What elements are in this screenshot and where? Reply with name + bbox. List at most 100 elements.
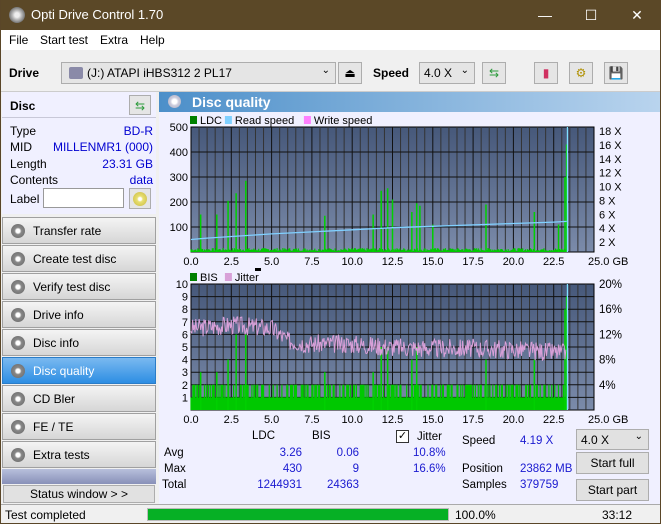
avg-label: Avg	[164, 447, 184, 459]
jitter-max: 16.6%	[413, 463, 446, 475]
x-tick-label: 5.0	[264, 256, 279, 265]
nav-label: Verify test disc	[33, 280, 111, 294]
y-tick-label: 8	[182, 304, 188, 316]
drive-select[interactable]: (J:) ATAPI iHBS312 2 PL17 ⌄	[61, 62, 336, 84]
refresh-button[interactable]: ⇆	[482, 62, 506, 84]
nav-extra-tests[interactable]: Extra tests	[2, 441, 156, 468]
speed-select[interactable]: 4.0 X ⌄	[419, 62, 475, 84]
menu-extra[interactable]: Extra	[100, 33, 128, 47]
disc-quality-panel: Disc quality LDC Read speed Write speed 500…	[159, 92, 660, 504]
y-tick-label: 200	[170, 197, 188, 209]
save-button[interactable]: 💾	[604, 62, 628, 84]
status-bar: Test completed 100.0% 33:12	[1, 504, 660, 523]
drive-value: (J:) ATAPI iHBS312 2 PL17	[87, 66, 232, 80]
y-tick-label: 2	[182, 380, 188, 392]
legend-swatch	[303, 116, 311, 124]
nav-transfer-rate[interactable]: Transfer rate	[2, 217, 156, 244]
y2-tick-label: 14 X	[599, 154, 622, 166]
disc-type-value: BD-R	[123, 124, 153, 138]
x-tick-label: 22.5	[543, 414, 564, 426]
x-tick-label: 2.5	[224, 256, 239, 265]
nav-fe-te[interactable]: FE / TE	[2, 413, 156, 440]
jitter-checkbox[interactable]: ✓	[396, 430, 409, 443]
elapsed-time: 33:12	[602, 508, 633, 522]
test-speed-select[interactable]: 4.0 X ⌄	[576, 429, 649, 450]
disc-label-input[interactable]	[43, 188, 124, 208]
y-tick-label: 400	[170, 147, 188, 159]
y-tick-label: 100	[170, 222, 188, 234]
eject-icon: ⏏	[344, 66, 356, 80]
menu-bar: File Start test Extra Help	[1, 30, 660, 50]
start-part-button[interactable]: Start part	[576, 479, 649, 501]
eject-button[interactable]: ⏏	[338, 62, 362, 84]
nav-disc-info[interactable]: Disc info	[2, 329, 156, 356]
y2-tick-label: 10 X	[599, 182, 622, 194]
menu-file[interactable]: File	[9, 33, 28, 47]
nav-cd-bler[interactable]: CD Bler	[2, 385, 156, 412]
drive-info-icon	[11, 308, 25, 322]
y-tick-label: 3	[182, 367, 188, 379]
nav-verify-test-disc[interactable]: Verify test disc	[2, 273, 156, 300]
nav-disc-quality[interactable]: Disc quality	[2, 357, 156, 384]
disc-length-label: Length	[10, 157, 47, 171]
total-bis: 24363	[327, 479, 359, 491]
max-ldc: 430	[282, 463, 302, 475]
x-tick-label: 20.0	[503, 256, 524, 265]
nav-label: Create test disc	[33, 252, 117, 266]
disc-refresh-button[interactable]: ⇆	[129, 95, 151, 115]
fe-te-icon	[11, 420, 25, 434]
menu-start-test[interactable]: Start test	[40, 33, 88, 47]
title-bar: Opti Drive Control 1.70 — ☐ ✕	[1, 0, 660, 30]
jitter-label: Jitter	[417, 431, 442, 443]
y2-tick-label: 18 X	[599, 126, 622, 138]
x-tick-label: 0.0	[183, 256, 198, 265]
extra-tests-icon	[11, 448, 25, 462]
progress-bar	[147, 508, 449, 521]
total-label: Total	[162, 479, 187, 491]
nav-drive-info[interactable]: Drive info	[2, 301, 156, 328]
chevron-down-icon: ⌄	[634, 431, 643, 442]
nav-label: Disc quality	[33, 364, 95, 378]
disc-label-button[interactable]	[129, 188, 151, 209]
y-tick-label: 300	[170, 172, 188, 184]
maximize-button[interactable]: ☐	[568, 0, 614, 30]
y2-tick-label: 6 X	[599, 209, 616, 221]
col-bis-header: BIS	[312, 430, 331, 442]
x-tick-label: 7.5	[304, 256, 319, 265]
position-label: Position	[462, 463, 503, 475]
y2-tick-label: 20%	[599, 279, 622, 291]
legend-label: Read speed	[235, 115, 294, 127]
x-tick-label: 17.5	[462, 256, 483, 265]
menu-help[interactable]: Help	[140, 33, 165, 47]
nav-create-test-disc[interactable]: Create test disc	[2, 245, 156, 272]
close-button[interactable]: ✕	[614, 0, 660, 30]
status-window-button[interactable]: Status window > >	[3, 485, 155, 503]
x-tick-label: 10.0	[341, 256, 362, 265]
x-tick-label: 5.0	[264, 414, 279, 426]
minimize-button[interactable]: —	[522, 0, 568, 30]
y-tick-label: 7	[182, 317, 188, 329]
y2-tick-label: 12 X	[599, 168, 622, 180]
x-tick-label: 7.5	[304, 414, 319, 426]
disc-contents-label: Contents	[10, 173, 59, 187]
settings-button[interactable]: ⚙	[569, 62, 593, 84]
chevron-down-icon: ⌄	[460, 65, 469, 76]
y-tick-label: 10	[176, 279, 188, 291]
x-tick-label: 10.0	[341, 414, 362, 426]
x-tick-label: 22.5	[543, 256, 564, 265]
total-ldc: 1244931	[257, 479, 302, 491]
app-disc-icon	[9, 7, 25, 23]
y2-tick-label: 4 X	[599, 223, 616, 235]
disc-length-row: Length 23.31 GB	[10, 157, 153, 173]
x-tick-label: 20.0	[503, 414, 524, 426]
nav-label: FE / TE	[33, 420, 74, 434]
speed-value: 4.19 X	[520, 435, 554, 447]
legend-swatch	[224, 273, 232, 281]
y-tick-label: 4	[182, 355, 188, 367]
erase-button[interactable]: ▮	[534, 62, 558, 84]
speed-label: Speed	[373, 66, 410, 80]
start-full-button[interactable]: Start full	[576, 452, 649, 474]
gears-icon: ⚙	[575, 66, 587, 80]
window-title: Opti Drive Control 1.70	[31, 7, 164, 22]
y2-tick-label: 4%	[599, 380, 616, 392]
